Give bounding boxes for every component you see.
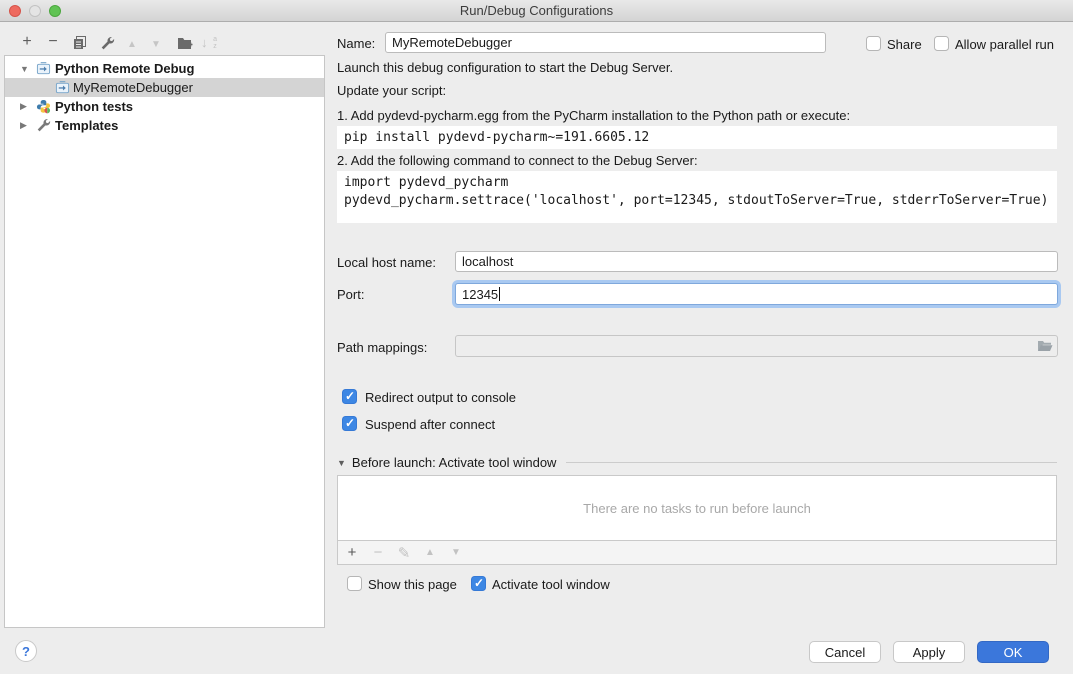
apply-button[interactable]: Apply: [893, 641, 965, 663]
local-host-name-label: Local host name:: [337, 255, 436, 270]
help-button[interactable]: ?: [15, 640, 37, 662]
collapse-arrow-icon[interactable]: ▼: [337, 458, 346, 468]
share-checkbox[interactable]: [866, 36, 881, 51]
tree-item-python-remote-debug[interactable]: ▼ Python Remote Debug: [5, 59, 324, 78]
ok-button[interactable]: OK: [977, 641, 1049, 663]
add-task-icon[interactable]: +: [344, 544, 360, 561]
port-value: 12345: [462, 287, 498, 302]
intro-line-2: Update your script:: [337, 83, 446, 98]
question-mark-icon: ?: [22, 644, 30, 659]
before-launch-title: Before launch: Activate tool window: [352, 455, 557, 470]
port-label: Port:: [337, 287, 364, 302]
sort-configurations-icon[interactable]: ↓az: [200, 34, 218, 52]
settrace-code-line-1: import pydevd_pycharm: [344, 175, 508, 190]
suspend-after-connect-checkbox[interactable]: [342, 416, 357, 431]
add-configuration-icon[interactable]: +: [18, 33, 36, 51]
tree-item-label[interactable]: MyRemoteDebugger: [73, 80, 193, 95]
show-this-page-checkbox[interactable]: [347, 576, 362, 591]
remove-task-icon[interactable]: −: [370, 544, 386, 561]
intro-line-1: Launch this debug configuration to start…: [337, 60, 673, 75]
allow-parallel-run-checkbox[interactable]: [934, 36, 949, 51]
configurations-tree: ▼ Python Remote Debug MyRemoteDebugger ▶: [4, 55, 325, 628]
port-input[interactable]: 12345: [455, 283, 1058, 305]
edit-task-icon[interactable]: ✎: [396, 544, 412, 562]
titlebar: Run/Debug Configurations: [0, 0, 1073, 22]
share-label[interactable]: Share: [887, 37, 922, 52]
path-mappings-label: Path mappings:: [337, 340, 427, 355]
no-tasks-message: There are no tasks to run before launch: [583, 501, 811, 516]
redirect-output-label[interactable]: Redirect output to console: [365, 390, 516, 405]
tree-item-myremotedebugger[interactable]: MyRemoteDebugger: [5, 78, 324, 97]
suspend-after-connect-label[interactable]: Suspend after connect: [365, 417, 495, 432]
expand-arrow-icon[interactable]: ▶: [20, 120, 27, 131]
tree-item-python-tests[interactable]: ▶ Python tests: [5, 97, 324, 116]
text-caret: [499, 287, 500, 301]
run-debug-configurations-dialog: Run/Debug Configurations + − ▲ ▼ ↓az ▼ P…: [0, 0, 1073, 674]
tree-item-label[interactable]: Python tests: [55, 99, 133, 114]
settrace-code: import pydevd_pycharm pydevd_pycharm.sett…: [337, 171, 1057, 223]
step-2-text: 2. Add the following command to connect …: [337, 153, 698, 168]
move-task-up-icon[interactable]: ▲: [422, 547, 438, 558]
remote-debug-config-icon: [55, 80, 70, 95]
header-rule: [566, 462, 1057, 463]
before-launch-header[interactable]: ▼ Before launch: Activate tool window: [337, 455, 1057, 470]
path-mappings-input[interactable]: [455, 335, 1058, 357]
tree-item-label[interactable]: Python Remote Debug: [55, 61, 194, 76]
remote-debug-config-icon: [36, 61, 51, 76]
activate-tool-window-label[interactable]: Activate tool window: [492, 577, 610, 592]
redirect-output-checkbox[interactable]: [342, 389, 357, 404]
local-host-name-input[interactable]: [455, 251, 1058, 272]
edit-templates-icon[interactable]: [98, 34, 116, 52]
cancel-button[interactable]: Cancel: [809, 641, 881, 663]
allow-parallel-run-label[interactable]: Allow parallel run: [955, 37, 1054, 52]
step-1-text: 1. Add pydevd-pycharm.egg from the PyCha…: [337, 108, 850, 123]
before-launch-toolbar: + − ✎ ▲ ▼: [337, 541, 1057, 565]
move-down-icon[interactable]: ▼: [147, 35, 165, 53]
tree-item-templates[interactable]: ▶ Templates: [5, 116, 324, 135]
remove-configuration-icon[interactable]: −: [44, 33, 62, 51]
pip-install-code: pip install pydevd-pycharm~=191.6605.12: [337, 126, 1057, 149]
window-title: Run/Debug Configurations: [0, 3, 1073, 18]
copy-configuration-icon[interactable]: [71, 34, 89, 52]
move-up-icon[interactable]: ▲: [123, 35, 141, 53]
name-input[interactable]: [385, 32, 826, 53]
create-folder-icon[interactable]: [176, 34, 194, 52]
expand-arrow-icon[interactable]: ▶: [20, 101, 27, 112]
settrace-code-line-2: pydevd_pycharm.settrace('localhost', por…: [344, 193, 1048, 208]
before-launch-task-list[interactable]: There are no tasks to run before launch: [337, 475, 1057, 541]
move-task-down-icon[interactable]: ▼: [448, 547, 464, 558]
activate-tool-window-checkbox[interactable]: [471, 576, 486, 591]
tree-item-label[interactable]: Templates: [55, 118, 118, 133]
templates-wrench-icon: [36, 118, 51, 133]
python-tests-icon: [36, 99, 51, 114]
name-label: Name:: [337, 36, 375, 51]
browse-folder-icon[interactable]: [1036, 338, 1054, 354]
show-this-page-label[interactable]: Show this page: [368, 577, 457, 592]
collapse-arrow-icon[interactable]: ▼: [20, 64, 29, 74]
